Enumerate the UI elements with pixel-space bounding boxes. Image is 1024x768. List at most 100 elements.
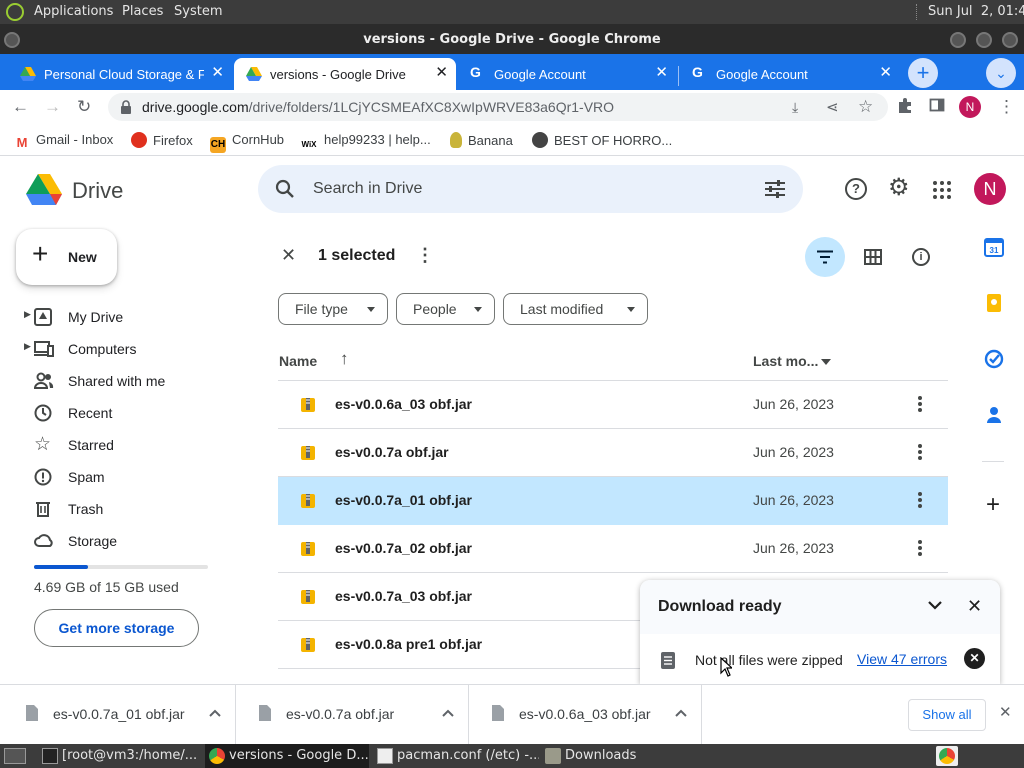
expand-arrow-icon[interactable]: ▶ — [24, 341, 31, 352]
maximize-button[interactable] — [976, 32, 992, 48]
task-chrome[interactable]: versions - Google D... — [205, 744, 369, 768]
file-row[interactable]: es-v0.0.7a_02 obf.jar Jun 26, 2023 — [278, 525, 948, 573]
nav-starred[interactable]: ☆ Starred — [0, 429, 240, 461]
more-actions-icon[interactable]: ⋮ — [416, 245, 434, 266]
new-button[interactable]: + New — [16, 229, 117, 285]
show-all-button[interactable]: Show all — [908, 699, 986, 731]
tab-versions-drive[interactable]: versions - Google Drive ✕ — [234, 58, 456, 90]
tray-chrome-icon[interactable] — [936, 746, 958, 766]
show-desktop-icon[interactable] — [4, 748, 26, 764]
places-menu[interactable]: Places — [122, 4, 163, 19]
file-type-filter[interactable]: File type — [278, 293, 388, 325]
search-options-icon[interactable] — [765, 180, 785, 198]
download-item[interactable]: es-v0.0.6a_03 obf.jar — [470, 685, 702, 745]
more-options-icon[interactable] — [912, 538, 928, 558]
settings-gear-icon[interactable]: ⚙ — [888, 174, 910, 202]
new-tab-button[interactable]: + — [908, 58, 938, 88]
nav-spam[interactable]: Spam — [0, 461, 240, 493]
tab-personal-cloud[interactable]: Personal Cloud Storage & F ✕ — [8, 58, 232, 90]
bookmark-horror[interactable]: BEST OF HORRO... — [532, 132, 672, 148]
tab-close-icon[interactable]: ✕ — [655, 65, 668, 81]
nav-storage[interactable]: Storage — [0, 525, 240, 557]
install-icon[interactable]: ⤓ — [792, 99, 798, 116]
bookmark-banana[interactable]: Banana — [450, 132, 513, 148]
nav-computers[interactable]: ▶ Computers — [0, 333, 240, 365]
search-icon[interactable] — [275, 179, 295, 199]
share-icon[interactable]: ⋖ — [826, 98, 839, 116]
clock[interactable]: Sun Jul 2, 01:41 — [928, 4, 1024, 19]
keep-app-icon[interactable] — [984, 293, 1008, 317]
applications-menu[interactable]: Applications — [34, 4, 113, 19]
extensions-icon[interactable] — [897, 97, 913, 113]
reload-icon[interactable]: ↻ — [77, 97, 91, 117]
add-addon-plus-icon[interactable]: + — [986, 493, 1000, 517]
bookmark-gmail[interactable]: M Gmail - Inbox — [14, 132, 114, 151]
more-options-icon[interactable] — [912, 394, 928, 414]
chrome-menu-icon[interactable]: ⋮ — [998, 97, 1015, 117]
nav-trash[interactable]: Trash — [0, 493, 240, 525]
drive-search-bar[interactable]: Search in Drive — [258, 165, 803, 213]
close-popup-icon[interactable]: ✕ — [967, 596, 982, 617]
back-icon[interactable]: ← — [12, 97, 29, 117]
last-modified-column-header[interactable]: Last mo... — [753, 353, 818, 369]
tab-close-icon[interactable]: ✕ — [435, 65, 448, 81]
close-shelf-icon[interactable]: ✕ — [999, 703, 1012, 721]
minimize-button[interactable] — [950, 32, 966, 48]
bookmark-firefox[interactable]: Firefox — [131, 132, 193, 148]
bookmark-cornhub[interactable]: CH CornHub — [210, 132, 284, 153]
task-downloads[interactable]: Downloads — [541, 744, 691, 768]
chevron-up-icon[interactable] — [209, 709, 221, 717]
cancel-download-icon[interactable]: ✕ — [964, 648, 985, 669]
clear-selection-close-icon[interactable]: ✕ — [281, 245, 296, 266]
download-item[interactable]: es-v0.0.7a_01 obf.jar — [4, 685, 236, 745]
nav-my-drive[interactable]: ▶ My Drive — [0, 301, 240, 333]
chevron-up-icon[interactable] — [442, 709, 454, 717]
chevron-up-icon[interactable] — [675, 709, 687, 717]
last-modified-filter[interactable]: Last modified — [503, 293, 648, 325]
file-row[interactable]: es-v0.0.7a_01 obf.jar Jun 26, 2023 — [278, 477, 948, 525]
tasks-app-icon[interactable] — [984, 349, 1008, 373]
expand-arrow-icon[interactable]: ▶ — [24, 309, 31, 320]
search-input[interactable]: Search in Drive — [313, 180, 422, 198]
drive-logo[interactable] — [26, 173, 62, 205]
address-bar[interactable]: drive.google.com/drive/folders/1LCjYCSME… — [108, 93, 888, 121]
lock-icon[interactable] — [120, 100, 132, 114]
nav-shared-with-me[interactable]: Shared with me — [0, 365, 240, 397]
name-column-header[interactable]: Name — [279, 353, 317, 369]
tab-google-account-2[interactable]: G Google Account ✕ — [680, 58, 900, 90]
tab-close-icon[interactable]: ✕ — [211, 65, 224, 81]
nav-recent[interactable]: Recent — [0, 397, 240, 429]
task-editor[interactable]: pacman.conf (/etc) -... — [373, 744, 539, 768]
sort-dropdown-caret-icon[interactable] — [821, 359, 831, 365]
tab-search-button[interactable]: ⌄ — [986, 58, 1016, 88]
close-window-button[interactable] — [1002, 32, 1018, 48]
sort-ascending-arrow-icon[interactable]: ↑ — [340, 349, 349, 369]
details-info-icon[interactable]: i — [912, 248, 930, 266]
file-row[interactable]: es-v0.0.7a obf.jar Jun 26, 2023 — [278, 429, 948, 477]
gnome-foot-icon[interactable] — [6, 3, 24, 21]
account-avatar[interactable]: N — [974, 173, 1006, 205]
forward-icon[interactable]: → — [44, 97, 61, 117]
download-item[interactable]: es-v0.0.7a obf.jar — [237, 685, 469, 745]
get-more-storage-button[interactable]: Get more storage — [34, 609, 199, 647]
tab-google-account-1[interactable]: G Google Account ✕ — [458, 58, 676, 90]
profile-avatar[interactable]: N — [959, 96, 981, 118]
view-errors-link[interactable]: View 47 errors — [857, 651, 947, 667]
filter-toggle-button[interactable] — [805, 237, 845, 277]
calendar-app-icon[interactable]: 31 — [984, 237, 1008, 261]
more-options-icon[interactable] — [912, 442, 928, 462]
people-filter[interactable]: People — [396, 293, 495, 325]
collapse-chevron-icon[interactable] — [928, 600, 942, 610]
tab-close-icon[interactable]: ✕ — [879, 65, 892, 81]
system-menu[interactable]: System — [174, 4, 222, 19]
file-row[interactable]: es-v0.0.6a_03 obf.jar Jun 26, 2023 — [278, 381, 948, 429]
contacts-app-icon[interactable] — [984, 405, 1008, 429]
side-panel-icon[interactable] — [929, 97, 945, 113]
task-terminal[interactable]: [root@vm3:/home/... — [38, 744, 204, 768]
more-options-icon[interactable] — [912, 490, 928, 510]
bookmark-star-icon[interactable]: ☆ — [858, 97, 873, 117]
help-icon[interactable]: ? — [845, 178, 867, 200]
window-menu-button[interactable] — [4, 32, 20, 48]
apps-grid-icon[interactable] — [933, 181, 951, 199]
bookmark-help[interactable]: WiX help99233 | help... — [300, 132, 430, 153]
